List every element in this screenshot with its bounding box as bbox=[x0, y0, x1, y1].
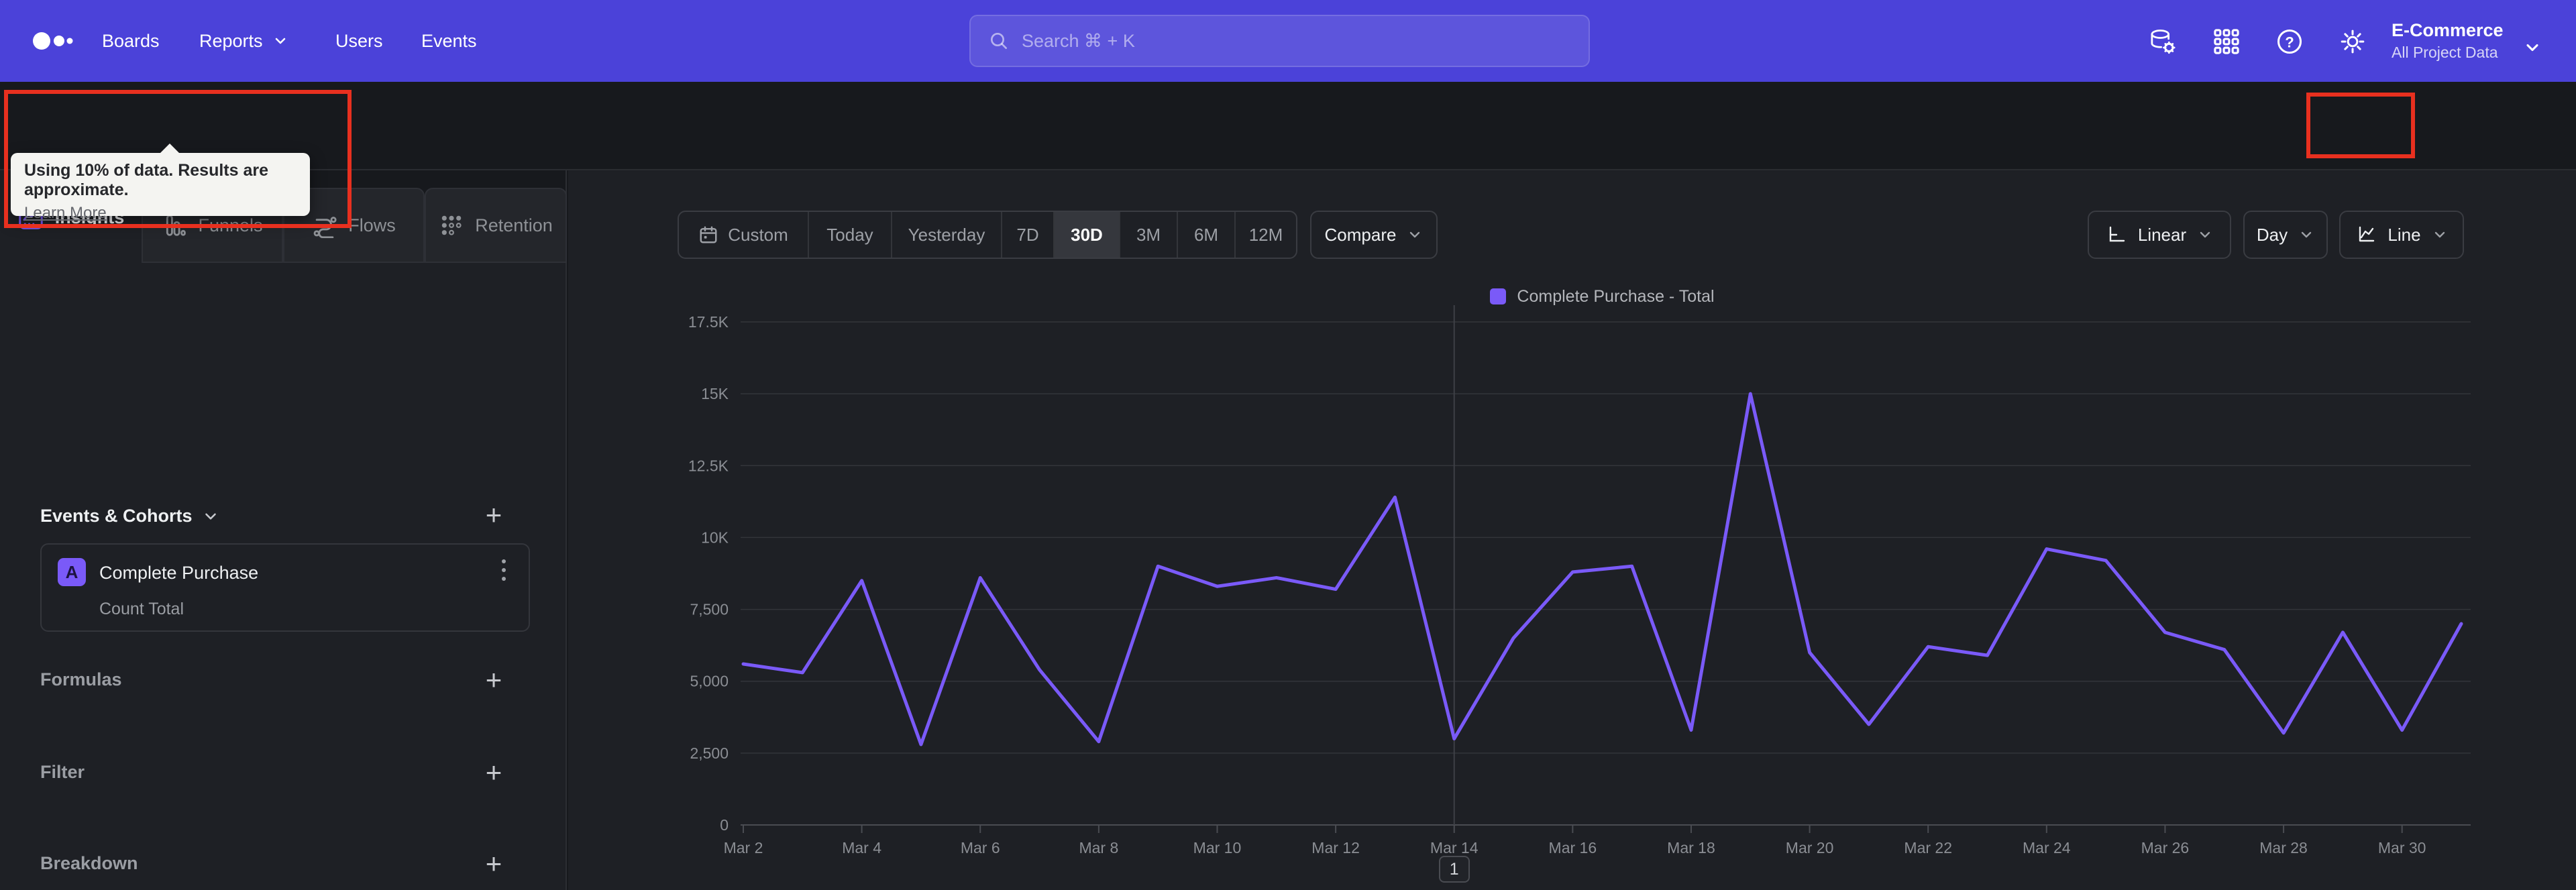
tab-retention[interactable]: Retention bbox=[425, 188, 567, 263]
retention-icon bbox=[441, 215, 462, 235]
chevron-down-icon bbox=[205, 512, 216, 520]
range-label: 6M bbox=[1193, 224, 1219, 245]
search-input[interactable]: Search ⌘ + K bbox=[969, 15, 1590, 67]
nav-item-reports[interactable]: Reports bbox=[199, 0, 288, 82]
range-label: 30D bbox=[1071, 224, 1103, 245]
line-chart-icon bbox=[2359, 226, 2375, 242]
range-7d[interactable]: 7D bbox=[1002, 212, 1055, 258]
range-label: Custom bbox=[728, 224, 788, 245]
event-card[interactable]: A Complete Purchase Count Total bbox=[40, 543, 530, 632]
nav-item-label: Events bbox=[421, 30, 477, 51]
tab-label: Retention bbox=[475, 215, 553, 235]
nav-item-boards[interactable]: Boards bbox=[102, 0, 160, 82]
interval-dropdown[interactable]: Day bbox=[2243, 211, 2328, 259]
nav-item-users[interactable]: Users bbox=[335, 0, 383, 82]
range-label: 12M bbox=[1248, 224, 1283, 245]
formulas-section-header: Formulas bbox=[40, 669, 122, 690]
add-filter-button[interactable]: + bbox=[478, 758, 510, 787]
apps-grid-icon[interactable] bbox=[2211, 26, 2242, 57]
chart-legend[interactable]: Complete Purchase - Total bbox=[743, 284, 2461, 309]
search-icon bbox=[991, 33, 1007, 49]
range-6m[interactable]: 6M bbox=[1178, 212, 1236, 258]
tab-label: Flows bbox=[348, 215, 396, 235]
sampling-tooltip: Using 10% of data. Results are approxima… bbox=[11, 144, 310, 222]
scale-label: Linear bbox=[2137, 224, 2187, 245]
legend-label: Complete Purchase - Total bbox=[1517, 286, 1715, 306]
range-30d[interactable]: 30D bbox=[1055, 212, 1120, 258]
date-range-control: Custom Today Yesterday 7D 30D 3M 6M 12M bbox=[678, 211, 1297, 259]
range-12m[interactable]: 12M bbox=[1236, 212, 1296, 258]
top-nav: Boards Reports Users Events Search ⌘ + K… bbox=[0, 0, 2576, 82]
linear-axis-icon bbox=[2109, 226, 2125, 242]
events-cohorts-label: Events & Cohorts bbox=[40, 506, 193, 526]
svg-text:?: ? bbox=[2285, 34, 2294, 50]
event-series-badge: A bbox=[58, 558, 86, 586]
range-today[interactable]: Today bbox=[809, 212, 892, 258]
project-chevron-down-icon[interactable] bbox=[2517, 32, 2548, 63]
scale-dropdown[interactable]: Linear bbox=[2088, 211, 2231, 259]
mixpanel-logo-icon[interactable] bbox=[24, 21, 85, 64]
page-indicator[interactable]: 1 bbox=[1438, 856, 1470, 883]
add-formula-button[interactable]: + bbox=[478, 665, 510, 695]
nav-item-label: Reports bbox=[199, 30, 263, 51]
settings-gear-icon[interactable] bbox=[2337, 26, 2368, 57]
filter-section-header: Filter bbox=[40, 762, 85, 783]
formulas-label: Formulas bbox=[40, 669, 122, 689]
page-number: 1 bbox=[1449, 859, 1459, 879]
legend-swatch bbox=[1490, 288, 1507, 304]
query-sidebar: Insights Funnels Flows Retention Events … bbox=[0, 170, 567, 890]
chart-type-label: Line bbox=[2387, 224, 2421, 245]
breakdown-label: Breakdown bbox=[40, 853, 138, 873]
tooltip-message: Using 10% of data. Results are approxima… bbox=[24, 161, 269, 199]
report-header: Untitled Sampled + Add description... ••… bbox=[0, 82, 2576, 228]
event-kebab-menu[interactable] bbox=[494, 559, 514, 581]
chevron-down-icon bbox=[275, 38, 285, 44]
chevron-down-icon bbox=[1410, 231, 1420, 238]
nav-item-label: Users bbox=[335, 30, 383, 51]
project-name: E-Commerce bbox=[2392, 20, 2504, 40]
events-cohorts-header[interactable]: Events & Cohorts bbox=[40, 506, 219, 526]
filter-label: Filter bbox=[40, 762, 85, 782]
chevron-down-icon bbox=[2301, 231, 2312, 238]
nav-item-events[interactable]: Events bbox=[421, 0, 477, 82]
interval-label: Day bbox=[2256, 224, 2288, 245]
tooltip-learn-more-link[interactable]: Learn More bbox=[24, 204, 297, 223]
add-breakdown-button[interactable]: + bbox=[478, 849, 510, 879]
range-custom[interactable]: Custom bbox=[679, 212, 809, 258]
help-icon[interactable]: ? bbox=[2274, 26, 2305, 57]
nav-item-label: Boards bbox=[102, 30, 160, 51]
calendar-icon bbox=[700, 226, 717, 243]
chevron-down-icon bbox=[2200, 231, 2210, 238]
data-management-icon[interactable] bbox=[2147, 26, 2178, 57]
breakdown-section-header: Breakdown bbox=[40, 853, 138, 874]
chart-type-dropdown[interactable]: Line bbox=[2339, 211, 2464, 259]
add-event-button[interactable]: + bbox=[478, 500, 510, 530]
range-label: Yesterday bbox=[908, 224, 985, 245]
event-name: Complete Purchase bbox=[99, 563, 259, 583]
chart-panel bbox=[568, 170, 2576, 890]
compare-label: Compare bbox=[1324, 224, 1397, 245]
tooltip-arrow bbox=[160, 144, 180, 154]
range-label: Today bbox=[826, 224, 873, 245]
range-label: 7D bbox=[1016, 224, 1039, 245]
range-label: 3M bbox=[1136, 224, 1161, 245]
chevron-down-icon bbox=[2434, 231, 2445, 238]
project-switcher[interactable]: E-Commerce All Project Data bbox=[2392, 0, 2526, 82]
event-aggregation[interactable]: Count Total bbox=[99, 600, 184, 619]
project-scope: All Project Data bbox=[2392, 44, 2498, 61]
compare-button[interactable]: Compare bbox=[1310, 211, 1438, 259]
search-placeholder: Search ⌘ + K bbox=[1022, 30, 1135, 51]
range-yesterday[interactable]: Yesterday bbox=[892, 212, 1002, 258]
range-3m[interactable]: 3M bbox=[1120, 212, 1178, 258]
flows-icon bbox=[313, 217, 337, 238]
